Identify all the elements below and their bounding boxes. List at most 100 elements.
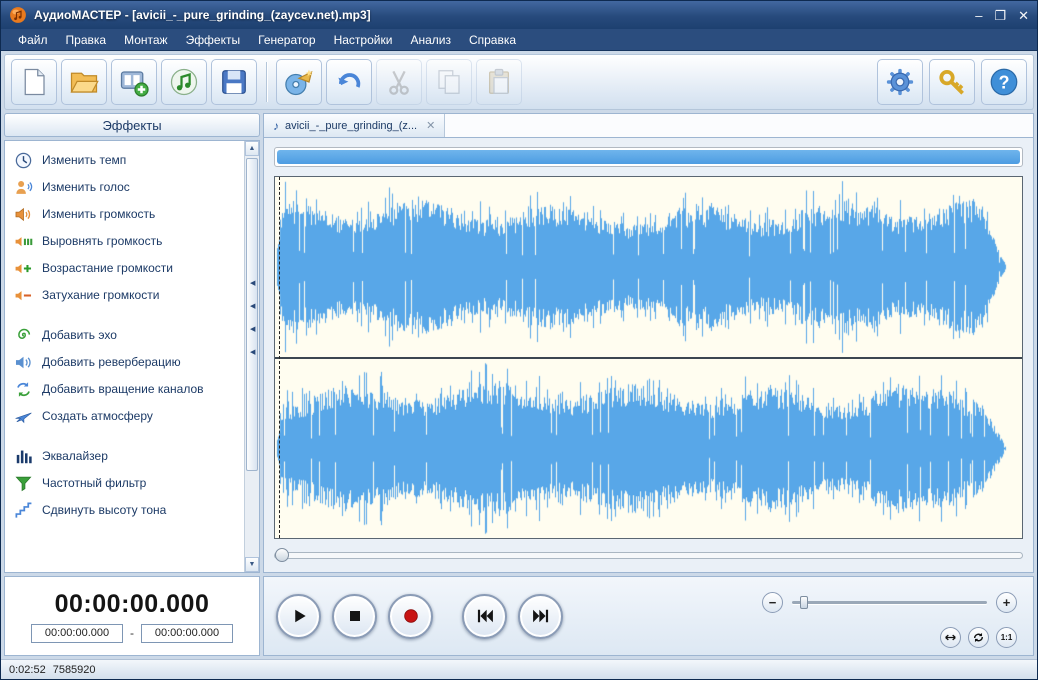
gear-icon — [885, 67, 915, 97]
skip-start-button[interactable] — [462, 593, 507, 639]
save-file-button[interactable] — [211, 59, 257, 105]
menu-analysis[interactable]: Анализ — [401, 31, 460, 49]
zoom-slider[interactable] — [792, 595, 987, 610]
effect-volume-fade-out[interactable]: Затухание громкости — [11, 282, 237, 309]
open-file-button[interactable] — [61, 59, 107, 105]
sidebar-collapse-handle[interactable]: ◀ ◀ ◀ ◀ — [250, 279, 255, 356]
key-button[interactable] — [929, 59, 975, 105]
status-bar: 0:02:52 7585920 — [1, 659, 1037, 679]
stop-icon — [345, 606, 365, 626]
voice-icon — [14, 178, 33, 197]
cd-horn-icon — [284, 67, 314, 97]
waveform-display[interactable] — [274, 176, 1023, 539]
zoom-in-button[interactable]: + — [996, 592, 1017, 613]
rotate-icon — [14, 380, 33, 399]
new-file-button[interactable] — [11, 59, 57, 105]
menu-file[interactable]: Файл — [9, 31, 57, 49]
horizontal-scrollbar[interactable] — [274, 548, 1023, 563]
zoom-slider-thumb[interactable] — [800, 596, 808, 609]
selection-end-input[interactable] — [141, 623, 233, 643]
toolbar-left-group — [11, 59, 522, 105]
maximize-button[interactable]: ❐ — [994, 9, 1006, 22]
copy-icon — [434, 67, 464, 97]
key-icon — [937, 67, 967, 97]
scrollbar-thumb[interactable] — [275, 548, 289, 562]
play-icon — [289, 606, 309, 626]
zoom-out-button[interactable]: − — [762, 592, 783, 613]
selection-range: - — [31, 623, 233, 643]
zoom-controls: − + — [762, 592, 1017, 613]
effect-create-atmosphere[interactable]: Создать атмосферу — [11, 403, 237, 430]
effect-label: Выровнять громкость — [42, 234, 163, 248]
document-tab[interactable]: ♪ avicii_-_pure_grinding_(z... ✕ — [264, 114, 446, 137]
document-tab-bar: ♪ avicii_-_pure_grinding_(z... ✕ — [263, 113, 1034, 137]
save-sound-button[interactable] — [161, 59, 207, 105]
effect-add-reverb[interactable]: Добавить реверберацию — [11, 349, 237, 376]
menu-effects[interactable]: Эффекты — [177, 31, 250, 49]
effect-add-channel-rotation[interactable]: Добавить вращение каналов — [11, 376, 237, 403]
waveform-right-channel[interactable] — [275, 358, 1022, 538]
effect-change-tempo[interactable]: Изменить темп — [11, 147, 237, 174]
paste-icon — [484, 67, 514, 97]
effect-change-volume[interactable]: Изменить громкость — [11, 201, 237, 228]
effect-frequency-filter[interactable]: Частотный фильтр — [11, 470, 237, 497]
effect-equalizer[interactable]: Эквалайзер — [11, 443, 237, 470]
scrollbar-track[interactable] — [274, 552, 1023, 559]
effect-shift-pitch[interactable]: Сдвинуть высоту тона — [11, 497, 237, 524]
loop-playback-button[interactable] — [968, 627, 989, 648]
tab-close-icon[interactable]: ✕ — [423, 119, 435, 132]
music-note-icon — [169, 67, 199, 97]
menu-montage[interactable]: Монтаж — [115, 31, 177, 49]
effect-volume-fade-in[interactable]: Возрастание громкости — [11, 255, 237, 282]
scroll-down-button[interactable]: ▼ — [245, 557, 259, 572]
menu-help[interactable]: Справка — [460, 31, 525, 49]
effects-panel-header[interactable]: Эффекты — [4, 113, 260, 137]
record-sound-button[interactable] — [276, 59, 322, 105]
editor-area: ♪ avicii_-_pure_grinding_(z... ✕ — [263, 113, 1034, 573]
chevron-left-icon: ◀ — [250, 302, 256, 310]
effect-add-echo[interactable]: Добавить эхо — [11, 322, 237, 349]
fit-width-button[interactable] — [940, 627, 961, 648]
effect-change-voice[interactable]: Изменить голос — [11, 174, 237, 201]
menu-generator[interactable]: Генератор — [249, 31, 324, 49]
minimize-button[interactable]: – — [975, 9, 982, 22]
scrollbar-track[interactable] — [245, 156, 259, 557]
atmosphere-icon — [14, 407, 33, 426]
effect-label: Добавить реверберацию — [42, 355, 181, 369]
scroll-up-button[interactable]: ▲ — [245, 141, 259, 156]
film-add-icon — [119, 67, 149, 97]
help-button[interactable]: ? — [981, 59, 1027, 105]
window-title: АудиоМАСТЕР - [avicii_-_pure_grinding_(z… — [34, 8, 371, 22]
menu-settings[interactable]: Настройки — [325, 31, 402, 49]
chevron-left-icon: ◀ — [250, 325, 256, 333]
settings-button[interactable] — [877, 59, 923, 105]
record-button[interactable] — [388, 593, 433, 639]
toolbar-separator — [266, 62, 267, 102]
effects-scrollbar[interactable]: ▲ ▼ — [244, 141, 259, 572]
folder-open-icon — [69, 67, 99, 97]
status-duration: 0:02:52 — [9, 663, 46, 676]
effect-normalize-volume[interactable]: Выровнять громкость — [11, 228, 237, 255]
view-mini-buttons: 1:1 — [940, 627, 1017, 648]
menu-edit[interactable]: Правка — [57, 31, 116, 49]
undo-button[interactable] — [326, 59, 372, 105]
extract-from-video-button[interactable] — [111, 59, 157, 105]
equalizer-icon — [14, 447, 33, 466]
toolbar-right-group: ? — [877, 59, 1027, 105]
close-button[interactable]: ✕ — [1018, 9, 1029, 22]
overview-bar[interactable] — [274, 147, 1023, 167]
play-button[interactable] — [276, 593, 321, 639]
status-file-size: 7585920 — [52, 663, 96, 676]
chevron-left-icon: ◀ — [250, 348, 256, 356]
loop-icon — [972, 631, 985, 644]
zoom-1-1-button[interactable]: 1:1 — [996, 627, 1017, 648]
menu-bar: Файл Правка Монтаж Эффекты Генератор Настройк… — [1, 29, 1037, 51]
stop-button[interactable] — [332, 593, 377, 639]
skip-end-button[interactable] — [518, 593, 563, 639]
waveform-left-channel[interactable] — [275, 177, 1022, 357]
app-logo-icon — [9, 6, 27, 24]
svg-text:?: ? — [998, 72, 1009, 92]
effect-label: Изменить голос — [42, 180, 130, 194]
selection-start-input[interactable] — [31, 623, 123, 643]
effects-sidebar: Эффекты Изменить темп Изменить голос Измен… — [4, 113, 260, 573]
